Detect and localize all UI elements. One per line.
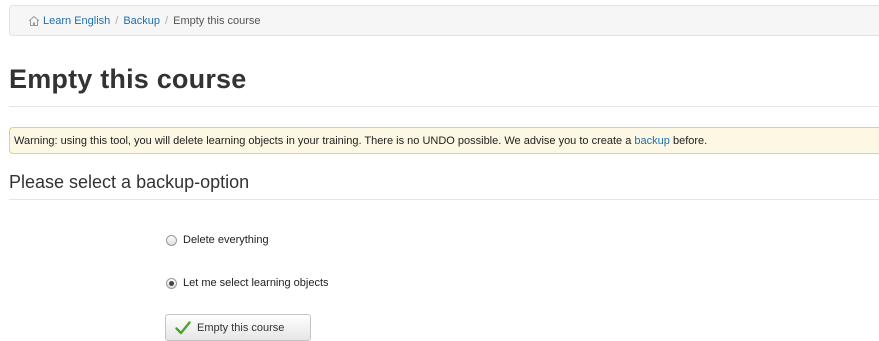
breadcrumb-link-backup[interactable]: Backup xyxy=(123,15,160,27)
option-delete-everything[interactable]: Delete everything xyxy=(166,234,269,246)
breadcrumb-link-learn-english[interactable]: Learn English xyxy=(43,15,110,27)
page-title: Empty this course xyxy=(9,64,247,94)
backup-link[interactable]: backup xyxy=(634,135,669,147)
option-select-learning-objects[interactable]: Let me select learning objects xyxy=(166,277,329,289)
warning-text: Warning: using this tool, you will delet… xyxy=(14,134,632,147)
empty-course-button[interactable]: Empty this course xyxy=(165,314,311,341)
radio-delete-everything[interactable] xyxy=(166,234,177,246)
empty-course-button-label: Empty this course xyxy=(197,321,285,334)
check-icon xyxy=(175,320,191,334)
warning-text-end: before. xyxy=(672,134,708,147)
breadcrumb-current: Empty this course xyxy=(173,14,261,27)
breadcrumb-separator: / xyxy=(165,14,169,27)
radio-select-learning-objects[interactable] xyxy=(166,277,177,289)
breadcrumb: Learn English / Backup / Empty this cour… xyxy=(9,5,879,36)
option-label: Delete everything xyxy=(183,234,269,246)
home-icon[interactable] xyxy=(28,15,40,27)
divider xyxy=(9,199,879,200)
option-label: Let me select learning objects xyxy=(183,277,329,289)
section-title: Please select a backup-option xyxy=(9,172,250,192)
divider xyxy=(9,106,879,107)
breadcrumb-separator: / xyxy=(115,14,119,27)
warning-alert: Warning: using this tool, you will delet… xyxy=(9,127,879,154)
